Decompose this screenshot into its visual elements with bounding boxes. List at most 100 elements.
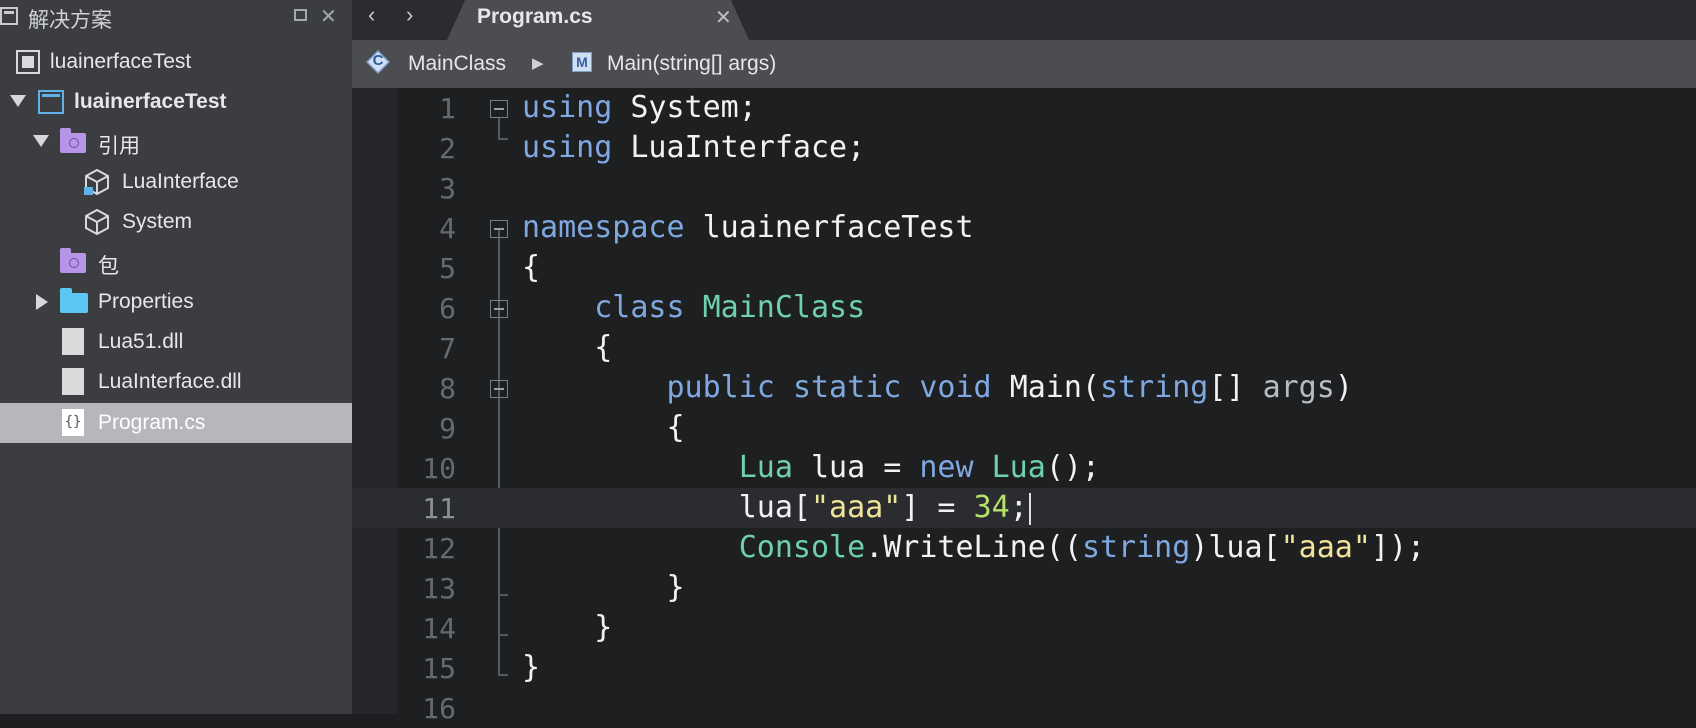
tree-item-luainterface-dll[interactable]: LuaInterface.dll bbox=[0, 362, 352, 402]
code-line[interactable]: 8 public static void Main(string[] args) bbox=[352, 368, 1696, 408]
code-text: Console.WriteLine((string)lua["aaa"]); bbox=[522, 530, 1425, 565]
code-token: [] bbox=[1208, 370, 1263, 405]
code-line[interactable]: 2 using LuaInterface; bbox=[352, 128, 1696, 168]
tree-item-label: Program.cs bbox=[98, 411, 206, 434]
line-number: 12 bbox=[422, 532, 456, 565]
references-folder-icon bbox=[60, 128, 86, 153]
file-icon bbox=[62, 328, 84, 355]
code-line[interactable]: 3 bbox=[352, 168, 1696, 208]
tab-program-cs[interactable]: Program.cs ✕ bbox=[447, 0, 749, 40]
tree-item-ref-luainterface[interactable]: LuaInterface bbox=[0, 162, 352, 202]
assembly-reference-icon bbox=[85, 208, 109, 236]
code-token: { bbox=[666, 410, 685, 445]
tree-item-project[interactable]: luainerfaceTest bbox=[0, 82, 352, 122]
line-number: 14 bbox=[422, 612, 456, 645]
line-number: 2 bbox=[439, 132, 456, 165]
code-line[interactable]: 14 } bbox=[352, 608, 1696, 648]
code-text: using System; bbox=[522, 90, 757, 125]
expand-arrow-icon[interactable] bbox=[33, 135, 49, 147]
close-pad-button[interactable]: ✕ bbox=[320, 4, 337, 29]
line-number: 9 bbox=[439, 412, 456, 445]
code-line[interactable]: 4 namespace luainerfaceTest bbox=[352, 208, 1696, 248]
number-literal: 34 bbox=[973, 490, 1010, 525]
string-literal: "aaa" bbox=[1280, 530, 1371, 565]
code-line[interactable]: 6 class MainClass bbox=[352, 288, 1696, 328]
code-text: } bbox=[522, 610, 612, 645]
code-token: ] = bbox=[901, 490, 974, 525]
tree-item-ref-system[interactable]: System bbox=[0, 202, 352, 242]
code-line[interactable]: 9 { bbox=[352, 408, 1696, 448]
code-line[interactable]: 12 Console.WriteLine((string)lua["aaa"])… bbox=[352, 528, 1696, 568]
code-line[interactable]: 1 using System; bbox=[352, 88, 1696, 128]
tab-close-icon[interactable]: ✕ bbox=[715, 5, 732, 30]
tree-item-label: LuaInterface.dll bbox=[98, 370, 242, 393]
fold-toggle-icon[interactable] bbox=[490, 100, 508, 118]
fold-toggle-icon[interactable] bbox=[490, 220, 508, 238]
tree-item-label: Properties bbox=[98, 290, 194, 313]
back-arrow-icon[interactable]: ‹ bbox=[368, 2, 375, 28]
code-text: } bbox=[522, 570, 685, 605]
code-text: using LuaInterface; bbox=[522, 130, 865, 165]
code-line-current[interactable]: 11 lua["aaa"] = 34; bbox=[352, 488, 1696, 528]
line-number: 16 bbox=[422, 692, 456, 725]
code-line[interactable]: 15 } bbox=[352, 648, 1696, 688]
code-line[interactable]: 10 Lua lua = new Lua(); bbox=[352, 448, 1696, 488]
file-icon bbox=[62, 368, 84, 395]
code-editor[interactable]: 1 using System; 2 using LuaInterface; 3 … bbox=[352, 88, 1696, 725]
class-icon-glyph: C bbox=[372, 52, 384, 69]
solution-pad: 解决方案 ✕ luainerfaceTest luainerfaceTest 引… bbox=[0, 0, 352, 714]
minimize-pad-button[interactable] bbox=[294, 9, 307, 21]
tree-item-lua51-dll[interactable]: Lua51.dll bbox=[0, 322, 352, 362]
keyword: class bbox=[594, 290, 685, 325]
tree-item-solution[interactable]: luainerfaceTest bbox=[0, 42, 352, 82]
tree-item-packages[interactable]: 包 bbox=[0, 242, 352, 282]
breadcrumb: C MainClass ▶ M Main(string[] args) bbox=[352, 40, 1696, 88]
tree-item-properties[interactable]: Properties bbox=[0, 282, 352, 322]
line-number: 1 bbox=[439, 92, 456, 125]
tree-item-references[interactable]: 引用 bbox=[0, 122, 352, 162]
line-number: 3 bbox=[439, 172, 456, 205]
code-line[interactable]: 16 bbox=[352, 688, 1696, 728]
code-token: .WriteLine(( bbox=[865, 530, 1082, 565]
type-name: MainClass bbox=[702, 290, 866, 325]
code-text: namespace luainerfaceTest bbox=[522, 210, 974, 245]
code-token: } bbox=[522, 650, 541, 685]
code-line[interactable]: 13 } bbox=[352, 568, 1696, 608]
tree-item-program-cs[interactable]: {} Program.cs bbox=[0, 403, 352, 443]
tree-item-label: luainerfaceTest bbox=[50, 50, 192, 73]
code-line[interactable]: 5 { bbox=[352, 248, 1696, 288]
code-token: } bbox=[666, 570, 685, 605]
keyword: using bbox=[522, 130, 613, 165]
tree-item-label: 包 bbox=[98, 255, 119, 278]
tab-label: Program.cs bbox=[477, 5, 593, 28]
line-number: 8 bbox=[439, 372, 456, 405]
fold-toggle-icon[interactable] bbox=[490, 300, 508, 318]
code-text: { bbox=[522, 410, 685, 445]
code-line[interactable]: 7 { bbox=[352, 328, 1696, 368]
code-text: public static void Main(string[] args) bbox=[522, 370, 1353, 405]
breadcrumb-class[interactable]: MainClass bbox=[408, 52, 506, 76]
fold-toggle-icon[interactable] bbox=[490, 380, 508, 398]
expand-arrow-icon[interactable] bbox=[10, 95, 26, 107]
collapse-arrow-icon[interactable] bbox=[36, 294, 48, 310]
solution-pad-icon bbox=[0, 7, 18, 25]
code-token: luainerfaceTest bbox=[684, 210, 974, 245]
line-number: 11 bbox=[422, 492, 456, 525]
assembly-reference-icon bbox=[84, 168, 109, 196]
code-text: { bbox=[522, 330, 612, 365]
pad-header: 解决方案 ✕ bbox=[0, 0, 352, 34]
code-token: System; bbox=[612, 90, 757, 125]
code-token: LuaInterface; bbox=[612, 130, 866, 165]
text-cursor bbox=[1028, 492, 1031, 525]
forward-arrow-icon[interactable]: › bbox=[406, 2, 413, 28]
code-token: { bbox=[594, 330, 613, 365]
keyword: namespace bbox=[522, 210, 685, 245]
code-token: )lua[ bbox=[1190, 530, 1281, 565]
code-token: ]); bbox=[1370, 530, 1426, 565]
tree-item-label: 引用 bbox=[98, 135, 140, 158]
code-token: ) bbox=[1334, 370, 1353, 405]
editor-tab-bar: ‹ › Program.cs ✕ bbox=[352, 0, 1696, 40]
breadcrumb-method[interactable]: Main(string[] args) bbox=[607, 52, 776, 76]
parameter: args bbox=[1262, 370, 1335, 405]
keyword: using bbox=[522, 90, 613, 125]
